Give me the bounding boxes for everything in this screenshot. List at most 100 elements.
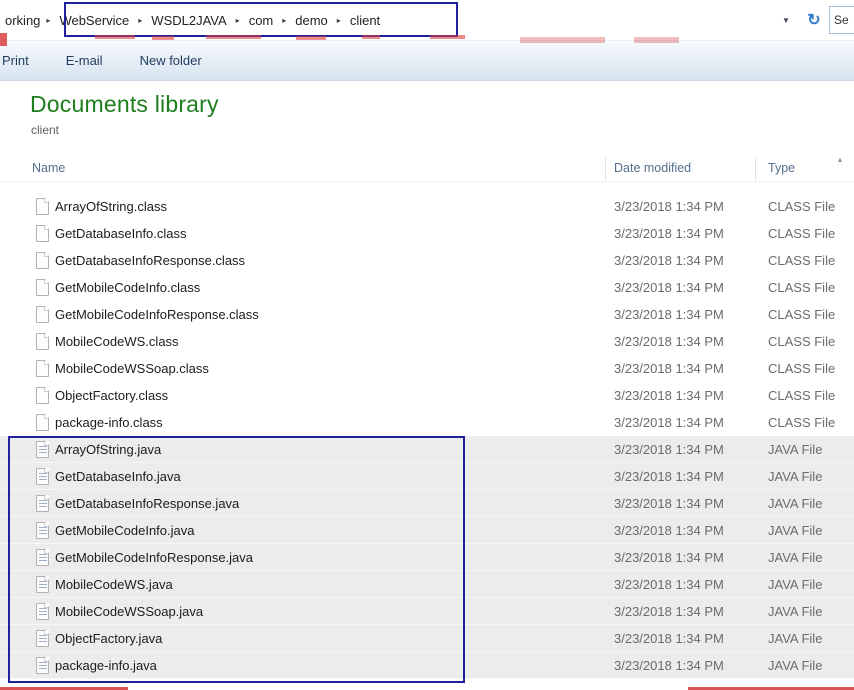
- file-icon: [36, 306, 49, 323]
- file-row[interactable]: MobileCodeWS.class 3/23/2018 1:34 PM CLASS…: [0, 328, 854, 355]
- file-icon: [36, 630, 49, 647]
- file-icon: [36, 576, 49, 593]
- file-row[interactable]: MobileCodeWS.java 3/23/2018 1:34 PM JAVA F…: [0, 571, 854, 598]
- file-row[interactable]: GetMobileCodeInfo.class 3/23/2018 1:34 PM…: [0, 274, 854, 301]
- file-name: GetDatabaseInfo.class: [55, 226, 187, 241]
- file-icon: [36, 252, 49, 269]
- page-title: Documents library: [30, 91, 219, 117]
- file-date-modified: 3/23/2018 1:34 PM: [614, 658, 724, 673]
- breadcrumb-separator-icon: ▸: [46, 15, 51, 25]
- file-row[interactable]: GetMobileCodeInfoResponse.class 3/23/2018…: [0, 301, 854, 328]
- file-icon: [36, 549, 49, 566]
- file-row[interactable]: ArrayOfString.java 3/23/2018 1:34 PM JAVA …: [0, 436, 854, 463]
- file-name: GetDatabaseInfo.java: [55, 469, 181, 484]
- file-date-modified: 3/23/2018 1:34 PM: [614, 388, 724, 403]
- file-row[interactable]: MobileCodeWSSoap.class 3/23/2018 1:34 PM C…: [0, 355, 854, 382]
- file-name: ArrayOfString.java: [55, 442, 162, 457]
- file-icon: [36, 414, 49, 431]
- breadcrumb-item-partial[interactable]: orking: [3, 13, 42, 28]
- file-row[interactable]: GetDatabaseInfoResponse.class 3/23/2018 1…: [0, 247, 854, 274]
- file-name: MobileCodeWSSoap.java: [55, 604, 204, 619]
- file-type: CLASS File: [768, 415, 836, 430]
- file-name: MobileCodeWS.class: [55, 334, 179, 349]
- breadcrumb-item-com[interactable]: com: [244, 11, 279, 30]
- file-icon: [36, 198, 49, 215]
- column-divider[interactable]: [605, 157, 606, 180]
- file-row[interactable]: GetDatabaseInfo.java 3/23/2018 1:34 PM JAV…: [0, 463, 854, 490]
- address-bar: orking ▸ WebService ▸ WSDL2JAVA ▸ com ▸ demo ▸ cli…: [0, 0, 854, 40]
- command-toolbar: Print E-mail New folder: [0, 40, 854, 81]
- file-type: JAVA File: [768, 496, 823, 511]
- column-header-type[interactable]: Type: [768, 161, 795, 175]
- file-name: package-info.java: [55, 658, 157, 673]
- file-name: GetMobileCodeInfoResponse.java: [55, 550, 254, 565]
- breadcrumb-item-demo[interactable]: demo: [290, 11, 333, 30]
- file-date-modified: 3/23/2018 1:34 PM: [614, 577, 724, 592]
- file-row[interactable]: MobileCodeWSSoap.java 3/23/2018 1:34 PM JA…: [0, 598, 854, 625]
- file-date-modified: 3/23/2018 1:34 PM: [614, 334, 724, 349]
- file-date-modified: 3/23/2018 1:34 PM: [614, 307, 724, 322]
- file-date-modified: 3/23/2018 1:34 PM: [614, 523, 724, 538]
- file-icon: [36, 522, 49, 539]
- file-date-modified: 3/23/2018 1:34 PM: [614, 226, 724, 241]
- refresh-button[interactable]: ↻: [801, 7, 827, 33]
- breadcrumb-item-wsdl2java[interactable]: WSDL2JAVA: [146, 11, 231, 30]
- toolbar-button-print[interactable]: Print: [2, 53, 29, 68]
- file-row[interactable]: GetDatabaseInfoResponse.java 3/23/2018 1:…: [0, 490, 854, 517]
- file-icon: [36, 387, 49, 404]
- file-type: CLASS File: [768, 361, 836, 376]
- file-type: JAVA File: [768, 631, 823, 646]
- file-name: GetMobileCodeInfo.java: [55, 523, 195, 538]
- file-type: CLASS File: [768, 253, 836, 268]
- column-divider[interactable]: [755, 157, 756, 180]
- file-icon: [36, 441, 49, 458]
- file-name: GetMobileCodeInfo.class: [55, 280, 201, 295]
- file-row[interactable]: ObjectFactory.java 3/23/2018 1:34 PM JAVA …: [0, 625, 854, 652]
- column-header-date-modified[interactable]: Date modified: [614, 161, 691, 175]
- file-icon: [36, 360, 49, 377]
- search-input[interactable]: Se: [829, 6, 854, 34]
- file-type: CLASS File: [768, 388, 836, 403]
- file-list: ArrayOfString.class 3/23/2018 1:34 PM CLAS…: [0, 193, 854, 679]
- file-date-modified: 3/23/2018 1:34 PM: [614, 199, 724, 214]
- file-row[interactable]: GetMobileCodeInfoResponse.java 3/23/2018 …: [0, 544, 854, 571]
- breadcrumb-separator-icon: ▸: [235, 15, 240, 25]
- file-icon: [36, 225, 49, 242]
- file-name: package-info.class: [55, 415, 163, 430]
- file-row[interactable]: package-info.java 3/23/2018 1:34 PM JAVA F…: [0, 652, 854, 679]
- breadcrumb-separator-icon: ▸: [336, 15, 341, 25]
- breadcrumb-item-webservice[interactable]: WebService: [54, 11, 134, 30]
- file-row[interactable]: GetMobileCodeInfo.java 3/23/2018 1:34 PM J…: [0, 517, 854, 544]
- file-icon: [36, 657, 49, 674]
- chevron-down-icon: ▼: [782, 15, 790, 25]
- file-name: GetMobileCodeInfoResponse.class: [55, 307, 259, 322]
- file-row[interactable]: ArrayOfString.class 3/23/2018 1:34 PM CLAS…: [0, 193, 854, 220]
- file-type: JAVA File: [768, 658, 823, 673]
- file-icon: [36, 468, 49, 485]
- file-date-modified: 3/23/2018 1:34 PM: [614, 631, 724, 646]
- breadcrumb-separator-icon: ▸: [138, 15, 143, 25]
- file-type: JAVA File: [768, 550, 823, 565]
- breadcrumb-item-client[interactable]: client: [345, 11, 385, 30]
- toolbar-button-new-folder[interactable]: New folder: [140, 53, 202, 68]
- file-date-modified: 3/23/2018 1:34 PM: [614, 415, 724, 430]
- address-dropdown-button[interactable]: ▼: [774, 8, 798, 32]
- file-date-modified: 3/23/2018 1:34 PM: [614, 280, 724, 295]
- file-type: JAVA File: [768, 469, 823, 484]
- breadcrumb-separator-icon: ▸: [282, 15, 287, 25]
- file-date-modified: 3/23/2018 1:34 PM: [614, 361, 724, 376]
- file-date-modified: 3/23/2018 1:34 PM: [614, 604, 724, 619]
- file-name: ArrayOfString.class: [55, 199, 167, 214]
- file-row[interactable]: package-info.class 3/23/2018 1:34 PM CLASS…: [0, 409, 854, 436]
- file-row[interactable]: ObjectFactory.class 3/23/2018 1:34 PM CLAS…: [0, 382, 854, 409]
- column-header-row: Name Date modified Type ▴: [0, 155, 854, 182]
- refresh-icon: ↻: [807, 12, 821, 29]
- file-type: JAVA File: [768, 577, 823, 592]
- column-header-name[interactable]: Name: [32, 161, 65, 175]
- toolbar-button-e-mail[interactable]: E-mail: [66, 53, 103, 68]
- file-type: CLASS File: [768, 226, 836, 241]
- file-name: GetDatabaseInfoResponse.java: [55, 496, 240, 511]
- file-row[interactable]: GetDatabaseInfo.class 3/23/2018 1:34 PM CL…: [0, 220, 854, 247]
- sort-ascending-icon: ▴: [837, 155, 842, 164]
- file-icon: [36, 333, 49, 350]
